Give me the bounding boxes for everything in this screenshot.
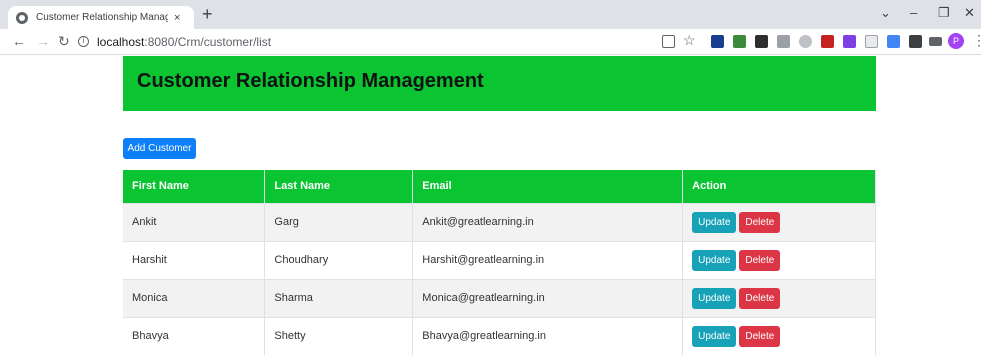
extension-blue-icon[interactable] bbox=[887, 35, 900, 48]
browser-tab[interactable]: Customer Relationship Managemen × bbox=[8, 6, 194, 29]
action-cell: Update Delete bbox=[682, 240, 876, 279]
puzzle-icon[interactable] bbox=[909, 35, 922, 48]
bookmark-star-icon[interactable]: ☆ bbox=[683, 32, 696, 49]
action-cell: Update Delete bbox=[682, 202, 876, 241]
last-name-cell: Garg bbox=[264, 202, 414, 241]
delete-button[interactable]: Delete bbox=[739, 325, 781, 347]
shield-icon[interactable] bbox=[799, 35, 812, 48]
table-header-row: First Name Last Name Email Action bbox=[123, 170, 876, 203]
extension-red-icon[interactable] bbox=[821, 35, 834, 48]
reading-list-icon[interactable] bbox=[929, 37, 942, 46]
update-button[interactable]: Update bbox=[692, 287, 737, 309]
extension-tree-icon[interactable] bbox=[733, 35, 746, 48]
address-bar[interactable]: i localhost:8080/Crm/customer/list bbox=[78, 31, 898, 52]
page-title: Customer Relationship Management bbox=[137, 70, 484, 92]
extension-check-icon[interactable] bbox=[755, 35, 768, 48]
column-header-last-name: Last Name bbox=[264, 170, 414, 203]
close-tab-icon[interactable]: × bbox=[174, 12, 180, 24]
action-cell: Update Delete bbox=[682, 316, 876, 355]
table-row: Bhavya Shetty Bhavya@greatlearning.in Up… bbox=[123, 316, 876, 355]
eyedropper-icon[interactable] bbox=[777, 35, 790, 48]
first-name-cell: Bhavya bbox=[123, 316, 266, 355]
info-icon[interactable]: i bbox=[78, 36, 89, 47]
update-button[interactable]: Update bbox=[692, 211, 737, 233]
url-host: localhost bbox=[97, 34, 145, 49]
extension-purple-icon[interactable] bbox=[843, 35, 856, 48]
update-button[interactable]: Update bbox=[692, 325, 737, 347]
column-header-action: Action bbox=[682, 170, 876, 203]
action-cell: Update Delete bbox=[682, 278, 876, 317]
email-cell: Monica@greatlearning.in bbox=[412, 278, 684, 317]
last-name-cell: Sharma bbox=[264, 278, 414, 317]
first-name-cell: Harshit bbox=[123, 240, 266, 279]
delete-button[interactable]: Delete bbox=[739, 287, 781, 309]
table-row: Harshit Choudhary Harshit@greatlearning.… bbox=[123, 240, 876, 279]
table-row: Ankit Garg Ankit@greatlearning.in Update… bbox=[123, 202, 876, 241]
close-window-icon[interactable]: ✕ bbox=[964, 5, 975, 21]
column-header-email: Email bbox=[412, 170, 684, 203]
tab-strip: Customer Relationship Managemen × + ⌄ – … bbox=[0, 0, 981, 29]
email-cell: Bhavya@greatlearning.in bbox=[412, 316, 684, 355]
extension-stack-icon[interactable] bbox=[711, 35, 724, 48]
back-icon[interactable]: ← bbox=[12, 33, 26, 49]
share-icon[interactable] bbox=[662, 35, 675, 48]
delete-button[interactable]: Delete bbox=[739, 211, 781, 233]
page-header: Customer Relationship Management bbox=[123, 56, 876, 111]
customer-table: First Name Last Name Email Action Ankit … bbox=[123, 170, 876, 355]
reload-icon[interactable]: ↻ bbox=[58, 33, 70, 50]
column-header-first-name: First Name bbox=[123, 170, 266, 203]
last-name-cell: Choudhary bbox=[264, 240, 414, 279]
add-customer-button[interactable]: Add Customer bbox=[123, 138, 196, 159]
forward-icon[interactable]: → bbox=[36, 33, 50, 49]
globe-icon bbox=[16, 11, 28, 24]
maximize-icon[interactable]: ❐ bbox=[938, 5, 950, 21]
last-name-cell: Shetty bbox=[264, 316, 414, 355]
profile-avatar[interactable]: P bbox=[948, 33, 964, 49]
tab-title: Customer Relationship Managemen bbox=[36, 12, 168, 23]
browser-toolbar: ← → ↻ i localhost:8080/Crm/customer/list… bbox=[0, 29, 981, 55]
table-row: Monica Sharma Monica@greatlearning.in Up… bbox=[123, 278, 876, 317]
email-cell: Ankit@greatlearning.in bbox=[412, 202, 684, 241]
first-name-cell: Ankit bbox=[123, 202, 266, 241]
email-cell: Harshit@greatlearning.in bbox=[412, 240, 684, 279]
first-name-cell: Monica bbox=[123, 278, 266, 317]
update-button[interactable]: Update bbox=[692, 249, 737, 271]
new-tab-button[interactable]: + bbox=[202, 5, 213, 23]
delete-button[interactable]: Delete bbox=[739, 249, 781, 271]
menu-icon[interactable]: ⋮ bbox=[972, 32, 981, 49]
url-path: :8080/Crm/customer/list bbox=[144, 34, 272, 49]
chevron-down-icon[interactable]: ⌄ bbox=[880, 5, 891, 21]
minimize-icon[interactable]: – bbox=[910, 5, 917, 20]
notes-icon[interactable] bbox=[865, 35, 878, 48]
